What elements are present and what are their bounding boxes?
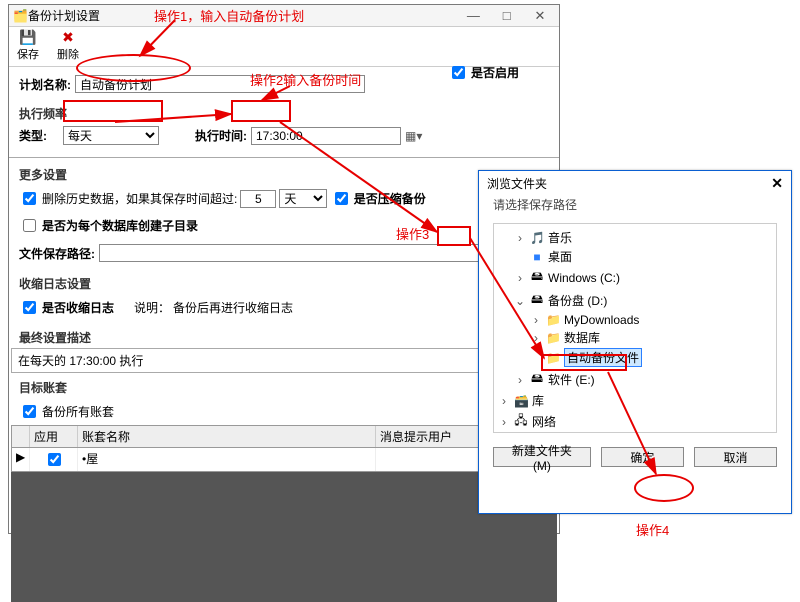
compress-label: 是否压缩备份 <box>354 190 426 207</box>
ok-button[interactable]: 确定 <box>601 447 684 467</box>
desktop-icon: ■ <box>530 250 544 264</box>
grid-body: ▶ •屋 <box>12 448 556 471</box>
time-label: 执行时间: <box>195 127 247 144</box>
enable-label: 是否启用 <box>471 64 519 81</box>
backup-all-checkbox[interactable] <box>23 405 36 418</box>
save-label: 保存 <box>17 46 39 62</box>
tree-item-libraries[interactable]: ›🗃️库 <box>498 391 772 410</box>
music-icon: 🎵 <box>530 231 544 245</box>
save-icon: 💾 <box>19 29 36 46</box>
time-picker-icon[interactable]: ▦▾ <box>405 129 422 143</box>
save-path-input[interactable] <box>99 244 499 262</box>
drive-icon: 🖴 <box>530 290 544 311</box>
save-path-label: 文件保存路径: <box>19 245 95 262</box>
delete-history-checkbox[interactable] <box>23 192 36 205</box>
tree-item-desktop[interactable]: ■桌面 <box>498 247 772 266</box>
target-section: 目标账套 备份所有账套 <box>9 373 559 425</box>
annotation-op2: 操作2输入备份时间 <box>250 70 361 89</box>
last-title: 最终设置描述 <box>19 329 549 346</box>
tree-item-mydownloads[interactable]: ›📁MyDownloads <box>498 312 772 328</box>
grid-header: 应用 账套名称 消息提示用户 <box>12 426 556 448</box>
delete-label: 删除 <box>57 46 79 62</box>
ring-plan-name <box>76 54 191 82</box>
target-title: 目标账套 <box>19 379 549 396</box>
dialog-subtitle: 请选择保存路径 <box>479 196 791 219</box>
cancel-button[interactable]: 取消 <box>694 447 777 467</box>
frequency-type-select[interactable]: 每天 <box>63 126 159 145</box>
box-auto-backup-folder <box>541 354 627 371</box>
shrink-title: 收缩日志设置 <box>19 275 549 292</box>
more-settings-title: 更多设置 <box>19 166 549 183</box>
tree-item-auto-backup[interactable]: 📁自动备份文件 <box>498 347 772 368</box>
drive-icon: 🖴 <box>530 369 544 390</box>
tree-item-backup-d[interactable]: ⌄🖴备份盘 (D:) <box>498 289 772 312</box>
dialog-buttons: 新建文件夹(M) 确定 取消 <box>479 437 791 477</box>
box-browse <box>437 226 471 246</box>
annotation-op3: 操作3 <box>396 224 429 243</box>
folder-icon: 📁 <box>546 331 560 345</box>
delete-history-value[interactable] <box>240 190 276 208</box>
tree-item-windows-c[interactable]: ›🖴Windows (C:) <box>498 266 772 289</box>
dialog-titlebar: 浏览文件夹 ✕ <box>479 171 791 196</box>
col-account: 账套名称 <box>78 426 376 447</box>
annotation-op1: 操作1，输入自动备份计划 <box>154 6 304 25</box>
last-description: 在每天的 17:30:00 执行 <box>11 348 557 373</box>
folder-icon: 📁 <box>546 313 560 327</box>
ring-ok <box>634 474 694 502</box>
grid-empty-area <box>11 472 557 602</box>
box-type <box>63 100 163 122</box>
delete-history-unit[interactable]: 天 <box>279 189 327 208</box>
row-apply-checkbox[interactable] <box>48 453 61 466</box>
dialog-title: 浏览文件夹 <box>487 175 771 192</box>
table-row[interactable]: ▶ •屋 <box>12 448 556 471</box>
save-button[interactable]: 💾 保存 <box>17 29 39 62</box>
dialog-close-button[interactable]: ✕ <box>771 175 783 192</box>
libraries-icon: 🗃️ <box>514 394 528 408</box>
shrink-note-text: 备份后再进行收缩日志 <box>173 299 293 316</box>
tree-item-database[interactable]: ›📁数据库 <box>498 328 772 347</box>
annotation-op4: 操作4 <box>636 520 669 539</box>
shrink-label: 是否收缩日志 <box>42 299 114 316</box>
delete-history-label: 删除历史数据，如果其保存时间超过: <box>42 190 237 207</box>
drive-icon: 🖴 <box>530 267 544 288</box>
shrink-section: 收缩日志设置 是否收缩日志 说明： 备份后再进行收缩日志 <box>9 269 559 323</box>
col-apply: 应用 <box>30 426 78 447</box>
subdir-checkbox[interactable] <box>23 219 36 232</box>
box-time <box>231 100 291 122</box>
folder-tree[interactable]: ›🎵音乐 ■桌面 ›🖴Windows (C:) ⌄🖴备份盘 (D:) ›📁MyD… <box>493 223 777 433</box>
app-icon: 🗂️ <box>13 9 28 23</box>
type-label: 类型: <box>19 127 59 144</box>
plan-name-label: 计划名称: <box>19 76 71 93</box>
tree-item-network[interactable]: ›🖧网络 <box>498 410 772 433</box>
execution-time-input[interactable] <box>251 127 401 145</box>
delete-button[interactable]: ✖ 删除 <box>57 29 79 62</box>
new-folder-button[interactable]: 新建文件夹(M) <box>493 447 591 467</box>
backup-all-label: 备份所有账套 <box>42 403 114 420</box>
delete-icon: ✖ <box>62 29 74 46</box>
more-settings-section: 更多设置 删除历史数据，如果其保存时间超过: 天 是否压缩备份 是否为每个数据库… <box>9 160 559 269</box>
row-account-name: •屋 <box>78 448 376 471</box>
tree-item-music[interactable]: ›🎵音乐 <box>498 228 772 247</box>
target-grid: 应用 账套名称 消息提示用户 ▶ •屋 <box>11 425 557 472</box>
close-button[interactable]: ✕ <box>525 8 555 24</box>
shrink-note-label: 说明： <box>134 299 170 316</box>
minimize-button[interactable]: — <box>458 8 488 23</box>
shrink-checkbox[interactable] <box>23 301 36 314</box>
maximize-button[interactable]: □ <box>492 8 522 23</box>
tree-item-software-e[interactable]: ›🖴软件 (E:) <box>498 368 772 391</box>
enable-checkbox[interactable]: 是否启用 <box>448 63 519 82</box>
last-section: 最终设置描述 <box>9 323 559 346</box>
folder-browser-dialog: 浏览文件夹 ✕ 请选择保存路径 ›🎵音乐 ■桌面 ›🖴Windows (C:) … <box>478 170 792 514</box>
subdir-label: 是否为每个数据库创建子目录 <box>42 217 198 234</box>
enable-checkbox-input[interactable] <box>452 66 465 79</box>
compress-checkbox[interactable] <box>335 192 348 205</box>
network-icon: 🖧 <box>514 411 528 432</box>
